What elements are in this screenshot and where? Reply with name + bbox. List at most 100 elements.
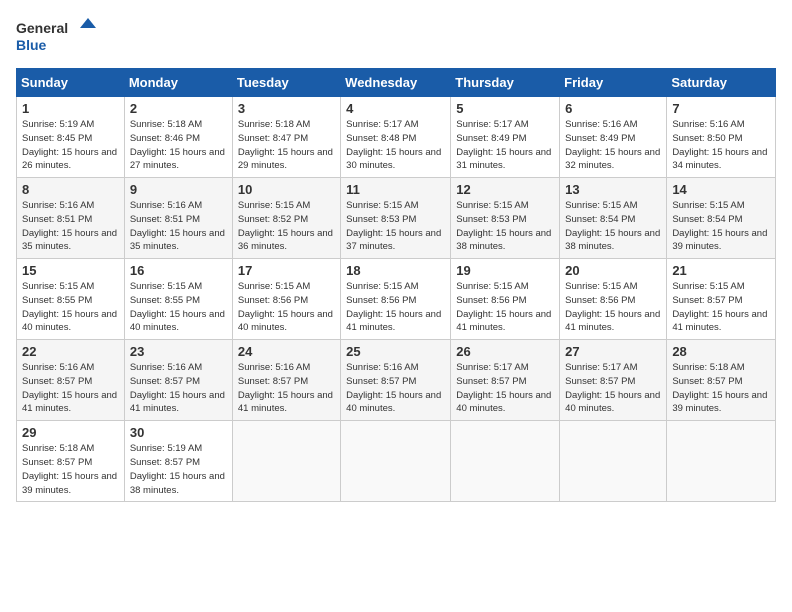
day-cell: 29 Sunrise: 5:18 AMSunset: 8:57 PMDayligh… — [17, 421, 125, 502]
day-info: Sunrise: 5:19 AMSunset: 8:57 PMDaylight:… — [130, 442, 227, 497]
day-info: Sunrise: 5:16 AMSunset: 8:49 PMDaylight:… — [565, 118, 661, 173]
page-header: General Blue — [16, 16, 776, 56]
day-info: Sunrise: 5:18 AMSunset: 8:57 PMDaylight:… — [672, 361, 770, 416]
day-info: Sunrise: 5:17 AMSunset: 8:49 PMDaylight:… — [456, 118, 554, 173]
day-cell — [341, 421, 451, 502]
col-header-saturday: Saturday — [667, 69, 776, 97]
day-number: 21 — [672, 263, 770, 278]
day-number: 6 — [565, 101, 661, 116]
day-number: 2 — [130, 101, 227, 116]
day-cell — [232, 421, 340, 502]
day-cell: 4 Sunrise: 5:17 AMSunset: 8:48 PMDaylight… — [341, 97, 451, 178]
day-cell: 24 Sunrise: 5:16 AMSunset: 8:57 PMDayligh… — [232, 340, 340, 421]
day-cell: 23 Sunrise: 5:16 AMSunset: 8:57 PMDayligh… — [124, 340, 232, 421]
week-row-4: 22 Sunrise: 5:16 AMSunset: 8:57 PMDayligh… — [17, 340, 776, 421]
day-number: 18 — [346, 263, 445, 278]
day-info: Sunrise: 5:15 AMSunset: 8:52 PMDaylight:… — [238, 199, 335, 254]
logo-icon: General Blue — [16, 16, 96, 56]
day-number: 27 — [565, 344, 661, 359]
col-header-wednesday: Wednesday — [341, 69, 451, 97]
day-number: 10 — [238, 182, 335, 197]
day-number: 24 — [238, 344, 335, 359]
day-number: 4 — [346, 101, 445, 116]
col-header-sunday: Sunday — [17, 69, 125, 97]
day-cell: 12 Sunrise: 5:15 AMSunset: 8:53 PMDayligh… — [451, 178, 560, 259]
day-info: Sunrise: 5:16 AMSunset: 8:57 PMDaylight:… — [346, 361, 445, 416]
day-cell — [667, 421, 776, 502]
day-info: Sunrise: 5:16 AMSunset: 8:57 PMDaylight:… — [238, 361, 335, 416]
day-number: 14 — [672, 182, 770, 197]
day-info: Sunrise: 5:17 AMSunset: 8:48 PMDaylight:… — [346, 118, 445, 173]
day-number: 22 — [22, 344, 119, 359]
col-header-monday: Monday — [124, 69, 232, 97]
day-cell: 7 Sunrise: 5:16 AMSunset: 8:50 PMDaylight… — [667, 97, 776, 178]
day-cell: 17Sunrise: 5:15 AMSunset: 8:56 PMDayligh… — [232, 259, 340, 340]
day-cell: 21Sunrise: 5:15 AMSunset: 8:57 PMDayligh… — [667, 259, 776, 340]
day-cell: 16Sunrise: 5:15 AMSunset: 8:55 PMDayligh… — [124, 259, 232, 340]
col-header-friday: Friday — [560, 69, 667, 97]
day-number: 13 — [565, 182, 661, 197]
day-cell: 9 Sunrise: 5:16 AMSunset: 8:51 PMDaylight… — [124, 178, 232, 259]
day-cell: 26 Sunrise: 5:17 AMSunset: 8:57 PMDayligh… — [451, 340, 560, 421]
day-number: 29 — [22, 425, 119, 440]
day-number: 19 — [456, 263, 554, 278]
day-cell: 22 Sunrise: 5:16 AMSunset: 8:57 PMDayligh… — [17, 340, 125, 421]
day-cell: 14Sunrise: 5:15 AMSunset: 8:54 PMDayligh… — [667, 178, 776, 259]
day-number: 7 — [672, 101, 770, 116]
day-cell: 20Sunrise: 5:15 AMSunset: 8:56 PMDayligh… — [560, 259, 667, 340]
day-info: Sunrise: 5:15 AMSunset: 8:56 PMDaylight:… — [346, 280, 445, 335]
day-cell: 3 Sunrise: 5:18 AMSunset: 8:47 PMDaylight… — [232, 97, 340, 178]
day-cell: 25 Sunrise: 5:16 AMSunset: 8:57 PMDayligh… — [341, 340, 451, 421]
day-info: Sunrise: 5:18 AMSunset: 8:47 PMDaylight:… — [238, 118, 335, 173]
day-number: 26 — [456, 344, 554, 359]
day-number: 5 — [456, 101, 554, 116]
day-number: 1 — [22, 101, 119, 116]
day-info: Sunrise: 5:16 AMSunset: 8:57 PMDaylight:… — [22, 361, 119, 416]
day-cell: 1 Sunrise: 5:19 AMSunset: 8:45 PMDaylight… — [17, 97, 125, 178]
day-cell — [451, 421, 560, 502]
day-cell — [560, 421, 667, 502]
day-info: Sunrise: 5:15 AMSunset: 8:53 PMDaylight:… — [346, 199, 445, 254]
svg-text:General: General — [16, 20, 68, 36]
day-info: Sunrise: 5:19 AMSunset: 8:45 PMDaylight:… — [22, 118, 119, 173]
day-number: 8 — [22, 182, 119, 197]
day-info: Sunrise: 5:15 AMSunset: 8:53 PMDaylight:… — [456, 199, 554, 254]
day-info: Sunrise: 5:15 AMSunset: 8:54 PMDaylight:… — [565, 199, 661, 254]
day-number: 9 — [130, 182, 227, 197]
day-cell: 5 Sunrise: 5:17 AMSunset: 8:49 PMDaylight… — [451, 97, 560, 178]
day-cell: 27Sunrise: 5:17 AMSunset: 8:57 PMDayligh… — [560, 340, 667, 421]
day-info: Sunrise: 5:17 AMSunset: 8:57 PMDaylight:… — [456, 361, 554, 416]
day-number: 11 — [346, 182, 445, 197]
day-cell: 6 Sunrise: 5:16 AMSunset: 8:49 PMDaylight… — [560, 97, 667, 178]
day-info: Sunrise: 5:16 AMSunset: 8:51 PMDaylight:… — [22, 199, 119, 254]
day-cell: 8 Sunrise: 5:16 AMSunset: 8:51 PMDaylight… — [17, 178, 125, 259]
day-cell: 15Sunrise: 5:15 AMSunset: 8:55 PMDayligh… — [17, 259, 125, 340]
day-info: Sunrise: 5:16 AMSunset: 8:50 PMDaylight:… — [672, 118, 770, 173]
day-cell: 11 Sunrise: 5:15 AMSunset: 8:53 PMDayligh… — [341, 178, 451, 259]
day-cell: 28 Sunrise: 5:18 AMSunset: 8:57 PMDayligh… — [667, 340, 776, 421]
day-info: Sunrise: 5:18 AMSunset: 8:46 PMDaylight:… — [130, 118, 227, 173]
day-number: 25 — [346, 344, 445, 359]
day-info: Sunrise: 5:16 AMSunset: 8:57 PMDaylight:… — [130, 361, 227, 416]
day-cell: 2 Sunrise: 5:18 AMSunset: 8:46 PMDaylight… — [124, 97, 232, 178]
day-info: Sunrise: 5:18 AMSunset: 8:57 PMDaylight:… — [22, 442, 119, 497]
week-row-2: 8 Sunrise: 5:16 AMSunset: 8:51 PMDaylight… — [17, 178, 776, 259]
day-info: Sunrise: 5:15 AMSunset: 8:56 PMDaylight:… — [565, 280, 661, 335]
day-number: 3 — [238, 101, 335, 116]
day-number: 28 — [672, 344, 770, 359]
day-number: 12 — [456, 182, 554, 197]
day-cell: 13 Sunrise: 5:15 AMSunset: 8:54 PMDayligh… — [560, 178, 667, 259]
day-info: Sunrise: 5:15 AMSunset: 8:55 PMDaylight:… — [130, 280, 227, 335]
logo: General Blue — [16, 16, 96, 56]
col-header-tuesday: Tuesday — [232, 69, 340, 97]
day-number: 23 — [130, 344, 227, 359]
day-cell: 30Sunrise: 5:19 AMSunset: 8:57 PMDayligh… — [124, 421, 232, 502]
week-row-3: 15Sunrise: 5:15 AMSunset: 8:55 PMDayligh… — [17, 259, 776, 340]
day-cell: 19 Sunrise: 5:15 AMSunset: 8:56 PMDayligh… — [451, 259, 560, 340]
day-info: Sunrise: 5:16 AMSunset: 8:51 PMDaylight:… — [130, 199, 227, 254]
week-row-5: 29 Sunrise: 5:18 AMSunset: 8:57 PMDayligh… — [17, 421, 776, 502]
day-info: Sunrise: 5:15 AMSunset: 8:56 PMDaylight:… — [456, 280, 554, 335]
day-info: Sunrise: 5:15 AMSunset: 8:55 PMDaylight:… — [22, 280, 119, 335]
week-row-1: 1 Sunrise: 5:19 AMSunset: 8:45 PMDaylight… — [17, 97, 776, 178]
day-cell: 18 Sunrise: 5:15 AMSunset: 8:56 PMDayligh… — [341, 259, 451, 340]
